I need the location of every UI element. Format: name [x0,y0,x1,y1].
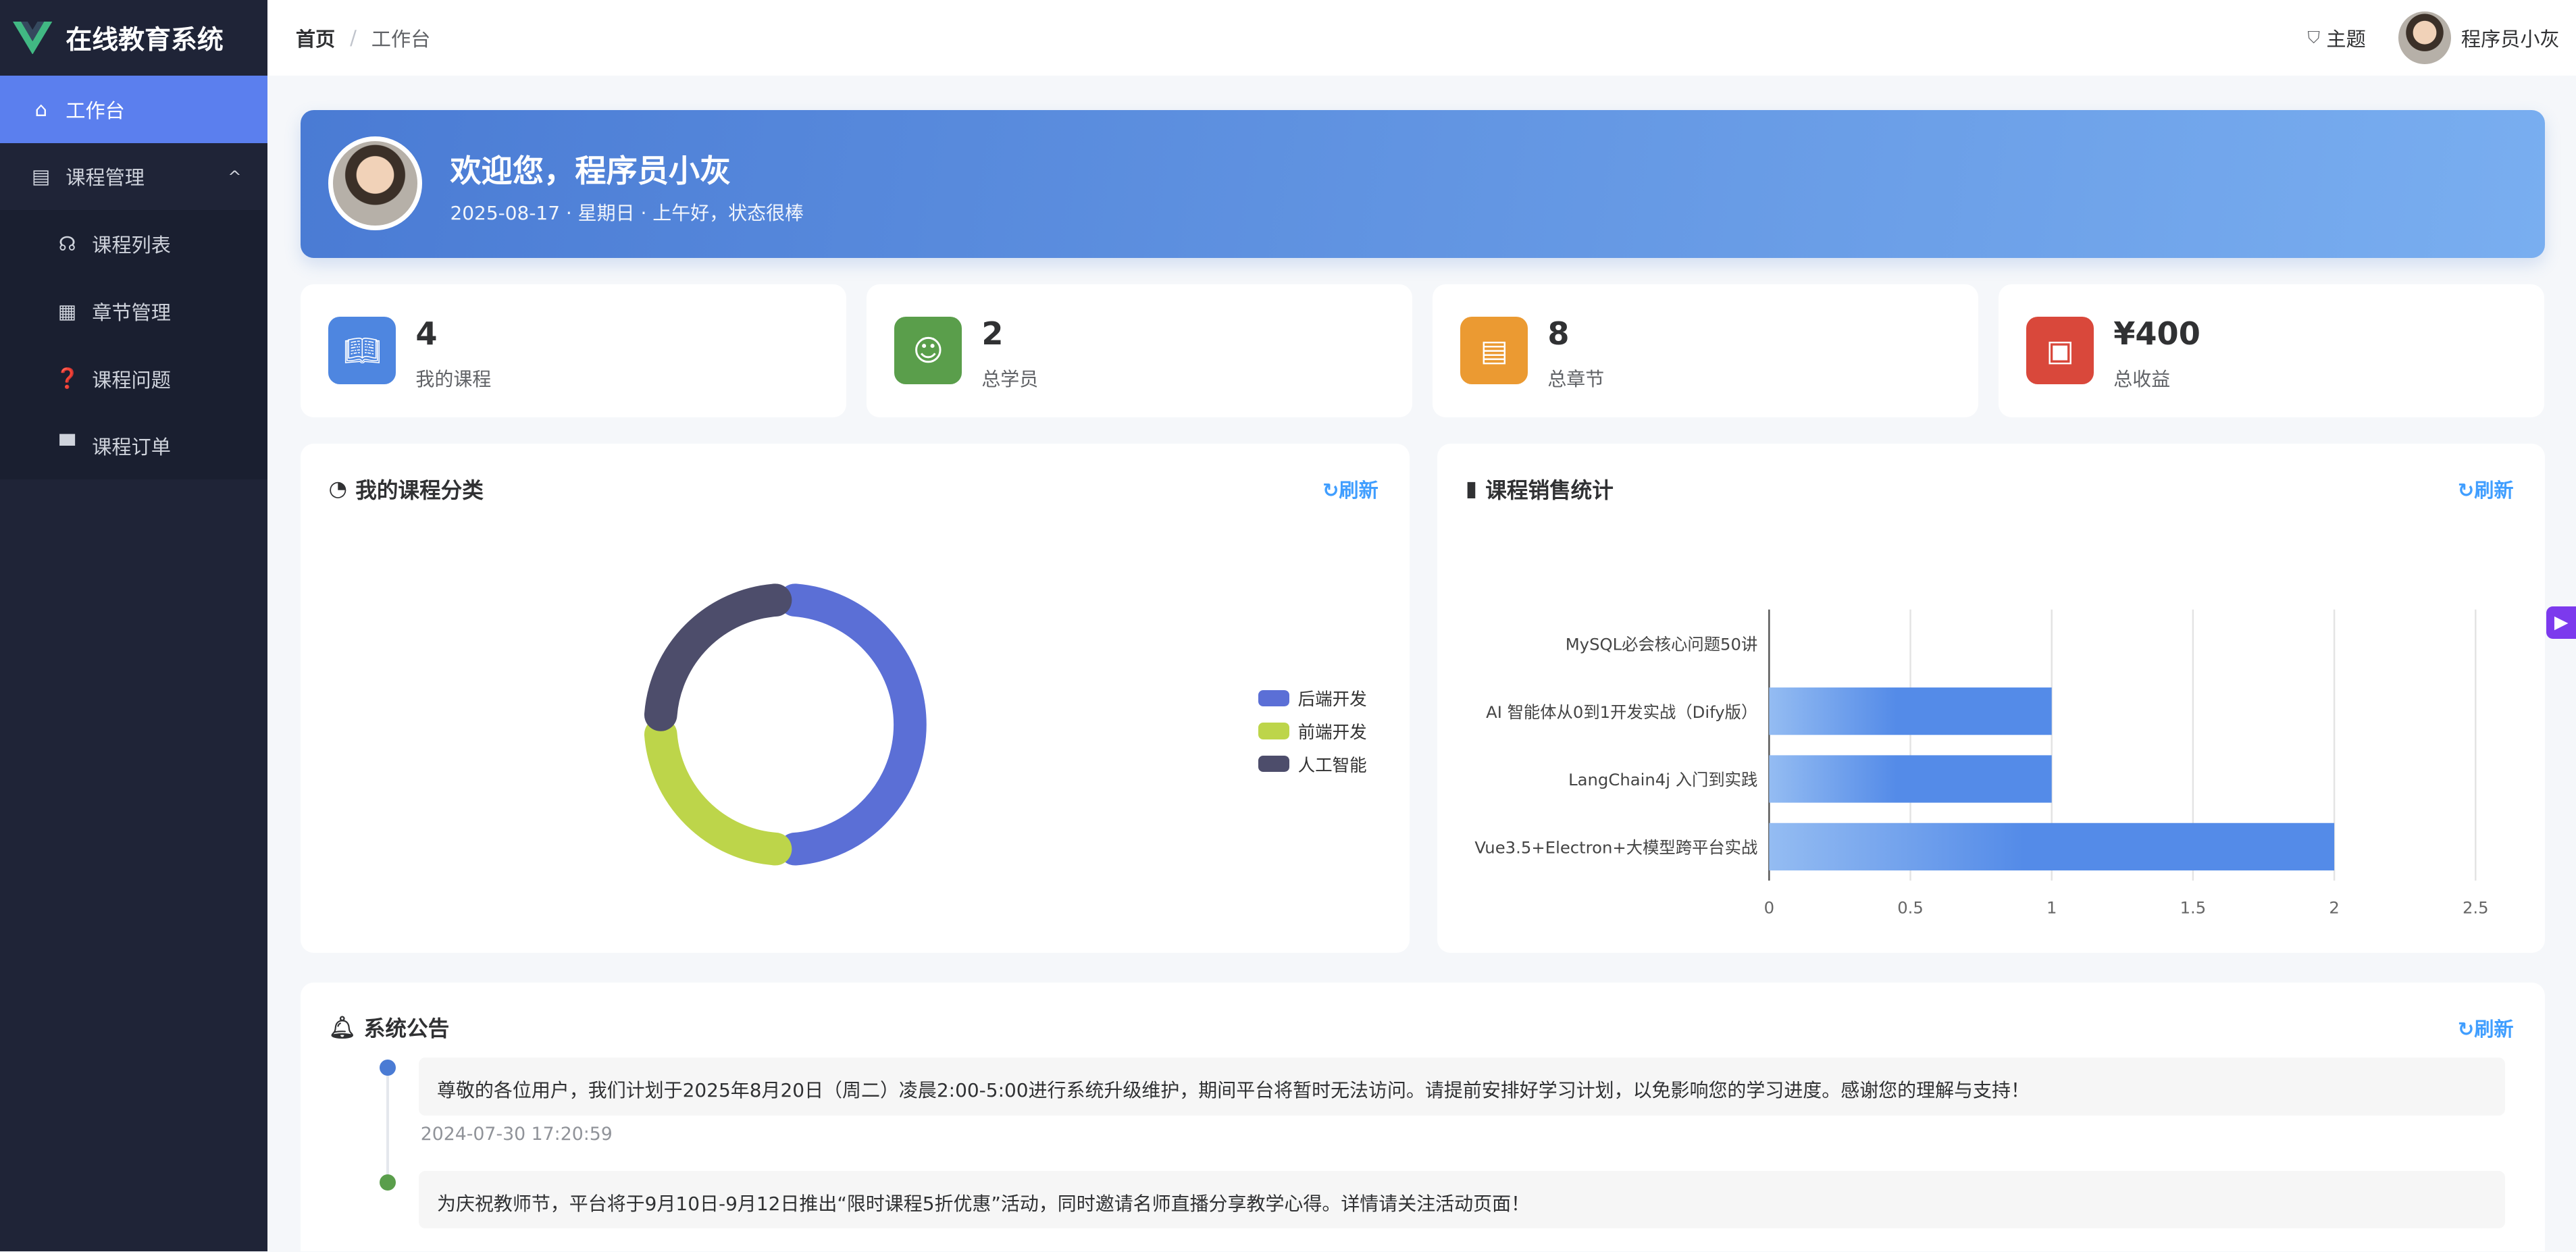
legend-item[interactable]: 人工智能 [1258,748,1367,781]
donut-slice-0[interactable] [778,583,927,866]
timeline-dot [379,1174,396,1191]
home-icon: ⌂ [34,97,48,121]
stat-card: ▣ ¥400 总收益 [1999,284,2544,417]
sidebar-item-course-list[interactable]: ☊ 课程列表 [0,210,268,278]
theme-button[interactable]: ⛉ 主题 [2307,24,2365,52]
x-tick-label: 2 [2329,897,2340,917]
bar-chart: 0 0.5 1 1.5 2 2.5 MySQL必会核心问题50讲 AI 智能体从0到1开发实战… [1475,609,2489,917]
bar [1769,687,2053,735]
timeline-dot [379,1059,396,1076]
headset-icon: ☊ [58,232,76,256]
y-tick-label: AI 智能体从0到1开发实战（Dify版） [1486,702,1757,722]
bar [1769,755,2053,803]
stat-label: 总章节 [1547,367,1605,390]
banner-avatar [328,136,423,230]
chart-legend: 后端开发前端开发人工智能 [1258,681,1367,780]
y-tick-label: Vue3.5+Electron+大模型跨平台实战 [1475,837,1758,857]
stat-label: 总学员 [981,367,1039,390]
chevron-up-icon: ^ [228,166,242,186]
timeline-line [386,1074,390,1180]
legend-label: 人工智能 [1297,755,1367,776]
sales-stats-card: ▮ 课程销售统计 ↻刷新 0 0.5 1 1.5 2 2.5 MySQL必会核心问题50讲 AI… [1437,443,2545,953]
stat-value: 8 [1547,315,1570,352]
bar [1769,823,2335,870]
legend-swatch [1258,755,1290,773]
bell-icon: 🔔︎ [328,1015,356,1040]
sidebar-item-label: 课程管理 [66,166,145,190]
legend-item[interactable]: 前端开发 [1258,714,1367,748]
sidebar-item-label: 课程订单 [92,436,171,459]
sidebar-item-course-management[interactable]: ▤ 课程管理 ^ [0,143,267,211]
printer-icon: ▀ [59,434,75,458]
theme-icon: ⛉ [2307,28,2320,48]
user-icon: ☺ [894,317,962,385]
course-category-card: ◔ 我的课程分类 ↻刷新 后端开发 前端开发 人工智能 [301,443,1410,953]
announcement-card: 🔔︎ 系统公告 ↻刷新 尊敬的各位用户，我们计划于2025年8月20日（周二）凌晨… [301,982,2545,1252]
play-icon: ▶ [2554,612,2569,633]
user-name[interactable]: 程序员小灰 [2461,24,2560,52]
sidebar-item-label: 课程问题 [92,368,171,392]
sidebar-item-label: 章节管理 [92,301,171,324]
sidebar-item-questions[interactable]: ❓ 课程问题 [0,344,268,413]
stat-card: 📖︎ 4 我的课程 [301,284,846,417]
x-tick-label: 1 [2046,897,2057,917]
announcement-time: 2024-07-30 17:20:59 [420,1123,613,1145]
question-icon: ❓ [55,367,80,390]
donut-slice-1[interactable] [644,717,792,866]
announcement-text: 尊敬的各位用户，我们计划于2025年8月20日（周二）凌晨2:00-5:00进行… [419,1058,2506,1116]
stat-label: 我的课程 [415,367,492,390]
money-icon: ▣ [2026,317,2094,385]
grid-icon: ▦ [57,299,77,323]
side-panel-toggle[interactable]: ▶ [2546,606,2576,640]
x-tick-label: 0 [1764,897,1774,917]
stat-card: ▤ 8 总章节 [1433,284,1978,417]
app-title: 在线教育系统 [66,24,224,55]
welcome-title: 欢迎您，程序员小灰 [450,153,731,190]
welcome-banner: 欢迎您，程序员小灰 2025-08-17 · 星期日 · 上午好，状态很棒 [301,109,2545,258]
sidebar-item-chapters[interactable]: ▦ 章节管理 [0,278,268,345]
welcome-subtitle: 2025-08-17 · 星期日 · 上午好，状态很棒 [450,202,804,225]
sidebar-item-label: 课程列表 [92,234,171,257]
legend-label: 后端开发 [1297,689,1367,710]
sidebar-item-orders[interactable]: ▀ 课程订单 [0,412,268,480]
stat-value: ¥400 [2113,315,2200,352]
theme-label: 主题 [2326,27,2366,51]
legend-item[interactable]: 后端开发 [1258,681,1367,714]
user-avatar[interactable] [2398,11,2452,64]
y-tick-label: LangChain4j 入门到实践 [1568,770,1757,789]
stat-label: 总收益 [2113,367,2171,390]
sidebar: 在线教育系统 ⌂ 工作台 ▤ 课程管理 ^ ☊ 课程列表 ▦ 章节管理 ❓ 课程问题 ▀ 课程… [0,0,268,1252]
donut-slice-2[interactable] [644,583,792,731]
legend-swatch [1258,723,1290,739]
donut-chart [644,583,927,866]
legend-label: 前端开发 [1297,722,1367,743]
vue-logo-icon [13,21,53,55]
logo: 在线教育系统 [0,0,267,76]
sidebar-item-dashboard[interactable]: ⌂ 工作台 [0,75,268,143]
card-title: 系统公告 [363,1017,450,1042]
header: 首页 / 工作台 ⛉ 主题 程序员小灰 [267,0,2576,76]
breadcrumb-separator: / [350,26,357,49]
breadcrumb-current: 工作台 [371,27,431,51]
x-tick-label: 2.5 [2463,897,2489,917]
file-icon: ▤ [1460,317,1528,385]
book-icon: 📖︎ [328,317,396,385]
breadcrumb-home[interactable]: 首页 [296,24,335,52]
stat-value: 4 [415,315,438,352]
document-icon: ▤ [32,165,51,188]
x-tick-label: 0.5 [1898,897,1924,917]
announcement-text: 为庆祝教师节，平台将于9月10日-9月12日推出“限时课程5折优惠”活动，同时邀… [419,1171,2506,1229]
stat-value: 2 [981,315,1004,352]
sidebar-item-label: 工作台 [66,99,125,122]
x-tick-label: 1.5 [2180,897,2207,917]
legend-swatch [1258,689,1290,706]
y-tick-label: MySQL必会核心问题50讲 [1566,634,1758,654]
stat-card: ☺ 2 总学员 [867,284,1412,417]
refresh-button[interactable]: ↻刷新 [2458,1014,2514,1042]
